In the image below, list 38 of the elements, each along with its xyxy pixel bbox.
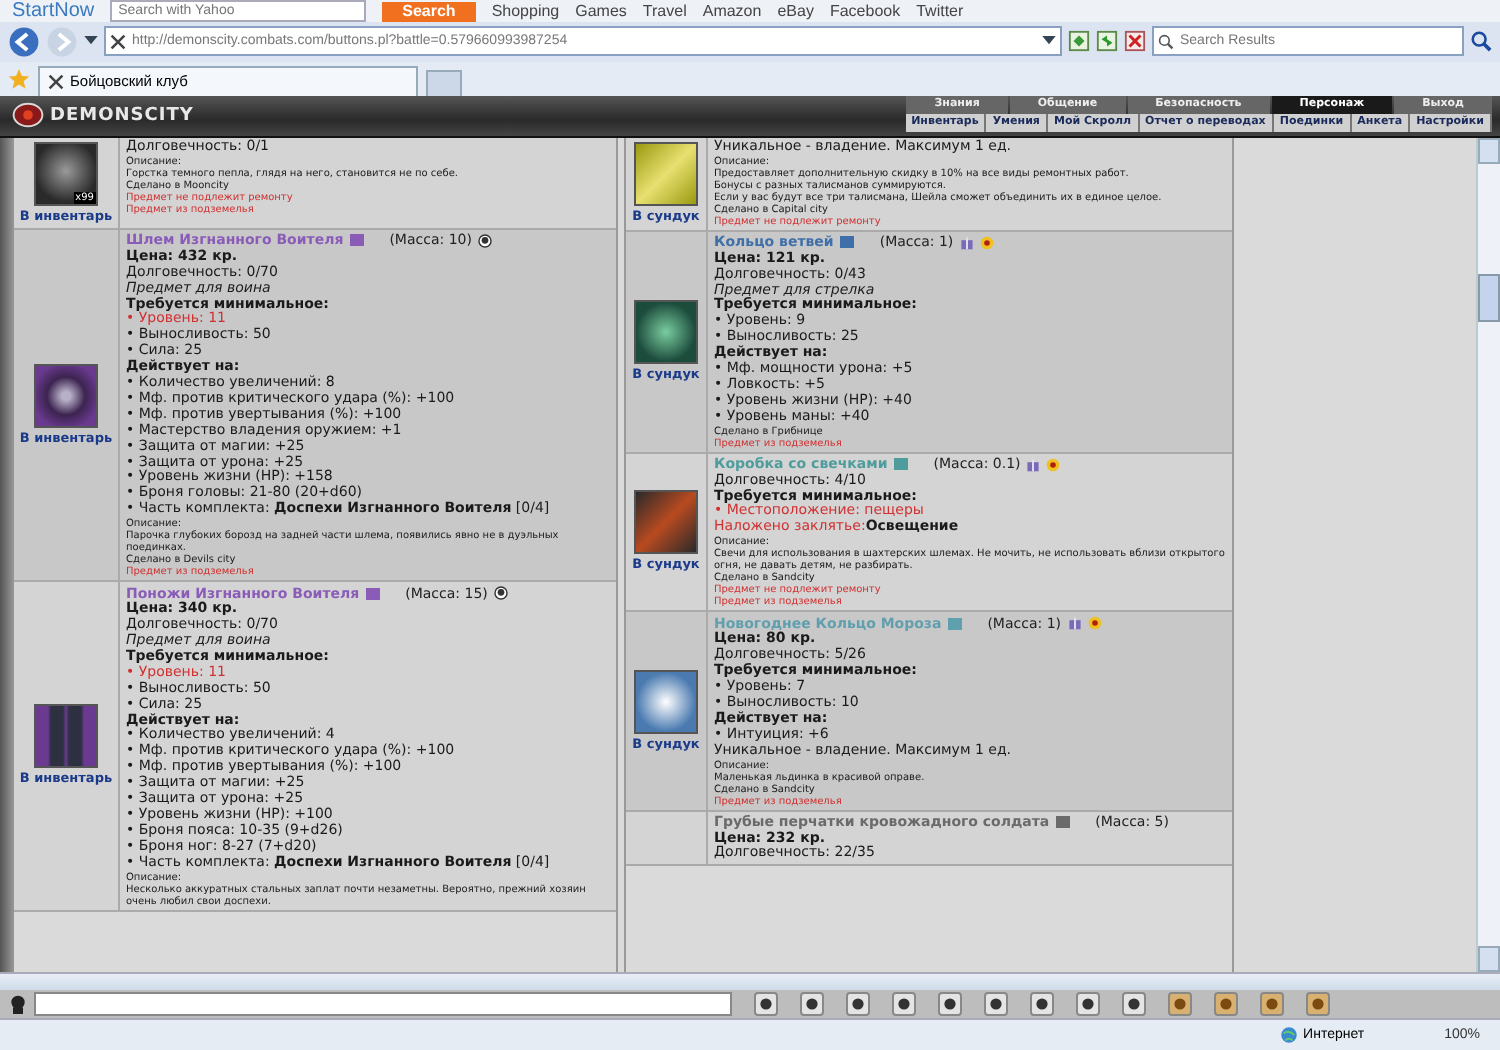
coin-icon xyxy=(477,233,492,248)
favorites-star-icon[interactable] xyxy=(8,67,30,90)
medal-icon xyxy=(1046,457,1061,472)
search-icon[interactable] xyxy=(1470,30,1492,53)
toolbar-link[interactable]: Travel xyxy=(642,1,687,21)
toolbar-link[interactable]: Twitter xyxy=(916,1,964,21)
chat-input[interactable] xyxy=(34,992,732,1017)
coin-icon xyxy=(493,586,508,601)
item-picture xyxy=(34,704,98,769)
search-icon xyxy=(1158,33,1174,50)
item-picture xyxy=(634,490,698,555)
head-silhouette-icon[interactable] xyxy=(8,994,28,1015)
emblem-icon xyxy=(12,102,44,129)
toolbar-link[interactable]: Shopping xyxy=(491,1,560,21)
toolbar-link[interactable]: Amazon xyxy=(702,1,762,21)
game-logo: DEMONSCITY xyxy=(50,105,194,126)
gift-icon xyxy=(1026,457,1041,472)
item-picture xyxy=(634,142,698,207)
toolbar-logo[interactable]: StartNow xyxy=(12,1,95,21)
toolbar-link[interactable]: Games xyxy=(575,1,627,21)
stop-icon[interactable] xyxy=(1124,30,1146,53)
vertical-scrollbar[interactable] xyxy=(1476,137,1500,973)
gift-icon xyxy=(1067,616,1082,631)
refresh-icon[interactable] xyxy=(1096,30,1118,53)
item-picture xyxy=(34,363,98,428)
caret-icon[interactable] xyxy=(1042,36,1056,47)
caret-icon[interactable] xyxy=(84,36,98,47)
back-button[interactable] xyxy=(8,25,40,58)
item-picture xyxy=(634,300,698,365)
toolbar-link[interactable]: eBay xyxy=(777,1,814,21)
globe-icon xyxy=(1279,1026,1298,1045)
horizontal-scrollbar[interactable] xyxy=(0,972,1500,991)
medal-icon xyxy=(1087,616,1102,631)
gift-icon xyxy=(959,235,974,250)
item-picture xyxy=(634,669,698,734)
toolbar-link[interactable]: Facebook xyxy=(829,1,901,21)
scroll-thumb[interactable] xyxy=(1478,273,1500,322)
medal-icon xyxy=(979,235,994,250)
